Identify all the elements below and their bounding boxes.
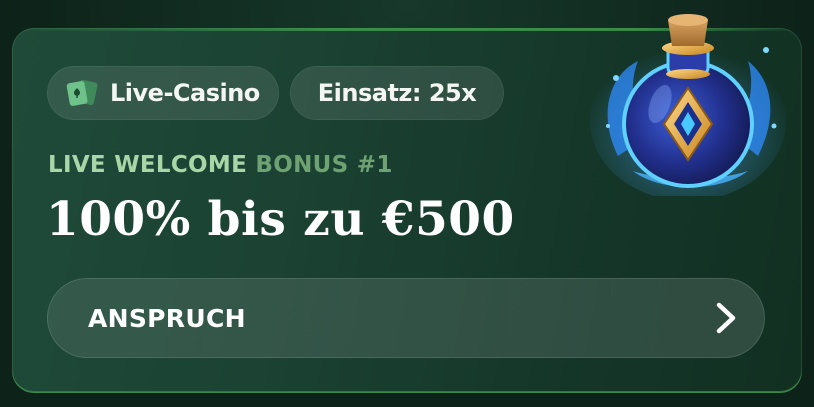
- claim-button[interactable]: ANSPRUCH: [47, 278, 765, 358]
- category-chip: Live-Casino: [47, 66, 279, 120]
- wagering-chip: Einsatz: 25x: [290, 66, 504, 120]
- bonus-headline: 100% bis zu €500: [46, 192, 515, 247]
- bonus-subtitle-secondary: BONUS #1: [255, 152, 393, 178]
- claim-button-label: ANSPRUCH: [88, 303, 246, 333]
- chevron-right-icon: [716, 302, 736, 334]
- category-chip-label: Live-Casino: [110, 79, 260, 107]
- bonus-subtitle: LIVE WELCOME BONUS #1: [48, 152, 393, 178]
- page: Live-Casino Einsatz: 25x LIVE WELCOME BO…: [0, 0, 814, 407]
- bonus-subtitle-primary: LIVE WELCOME: [48, 152, 248, 178]
- magic-potion-icon: [590, 14, 786, 196]
- playing-cards-icon: [66, 79, 98, 106]
- wagering-chip-label: Einsatz: 25x: [317, 79, 477, 107]
